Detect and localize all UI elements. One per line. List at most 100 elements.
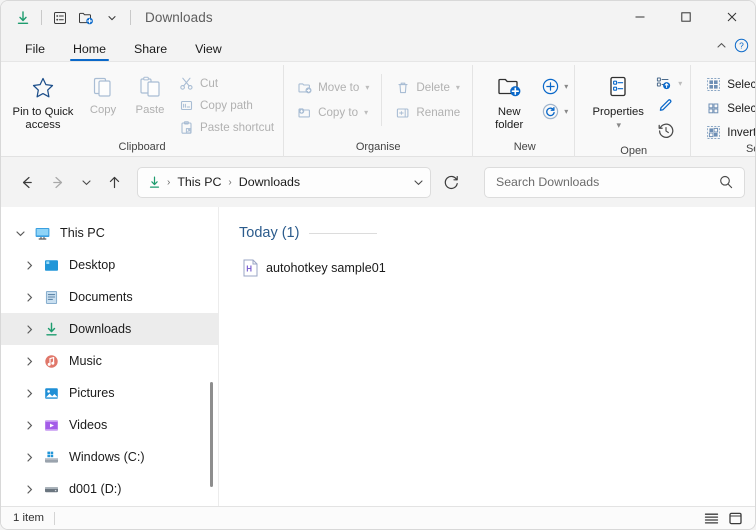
open-with-chevron-down-icon[interactable]: ▾ bbox=[678, 79, 682, 88]
tab-file[interactable]: File bbox=[11, 41, 59, 61]
invert-selection-icon bbox=[705, 124, 722, 141]
rename-button[interactable]: Rename bbox=[390, 102, 464, 123]
tab-view-label: View bbox=[195, 42, 222, 56]
ribbon-controls: ? bbox=[715, 38, 749, 58]
address-chevron-down-icon[interactable] bbox=[413, 177, 424, 188]
sidebar-item-desktop[interactable]: Desktop bbox=[1, 249, 218, 281]
chevron-right-icon[interactable] bbox=[18, 318, 40, 340]
copy-to-button[interactable]: Copy to ▾ bbox=[292, 102, 373, 123]
recent-locations-button[interactable] bbox=[75, 167, 97, 197]
paste-shortcut-button[interactable]: Paste shortcut bbox=[174, 117, 278, 138]
refresh-circle-icon bbox=[537, 100, 563, 123]
sidebar-item-music[interactable]: Music bbox=[1, 345, 218, 377]
refresh-button[interactable] bbox=[436, 167, 466, 197]
new-folder-icon[interactable] bbox=[73, 6, 99, 30]
paste-shortcut-icon bbox=[178, 119, 195, 136]
sidebar-item-windows-c[interactable]: Windows (C:) bbox=[1, 441, 218, 473]
paste-button[interactable]: Paste bbox=[126, 68, 174, 117]
quick-access-chevron-down-icon[interactable] bbox=[99, 6, 125, 30]
delete-chevron-down-icon[interactable]: ▾ bbox=[456, 83, 460, 92]
copy-button[interactable]: Copy bbox=[80, 68, 126, 117]
file-list-pane[interactable]: Today (1) H autohotkey sample01 bbox=[219, 207, 755, 506]
chevron-right-icon[interactable] bbox=[18, 254, 40, 276]
new-item-button[interactable]: ▾ bbox=[537, 75, 568, 98]
sidebar-item-documents[interactable]: Documents bbox=[1, 281, 218, 313]
this-pc-icon bbox=[31, 225, 53, 242]
address-path-field[interactable]: › This PC › Downloads bbox=[137, 166, 431, 198]
group-header-today[interactable]: Today (1) bbox=[239, 225, 755, 241]
list-item[interactable]: H autohotkey sample01 bbox=[239, 257, 390, 279]
select-all-icon bbox=[705, 76, 722, 93]
chevron-down-icon[interactable] bbox=[9, 222, 31, 244]
chevron-right-icon[interactable] bbox=[18, 350, 40, 372]
chevron-right-icon[interactable] bbox=[18, 446, 40, 468]
pictures-icon bbox=[40, 385, 62, 402]
minimize-icon[interactable] bbox=[617, 1, 663, 33]
search-placeholder: Search Downloads bbox=[496, 175, 600, 189]
edit-button[interactable] bbox=[653, 97, 679, 120]
invert-selection-button[interactable]: Invert selection bbox=[701, 122, 755, 143]
maximize-icon[interactable] bbox=[663, 1, 709, 33]
toolbar-divider-1 bbox=[41, 10, 42, 25]
chevron-right-icon[interactable] bbox=[18, 382, 40, 404]
title-bar: Downloads bbox=[1, 1, 755, 34]
move-to-button[interactable]: Move to ▾ bbox=[292, 77, 373, 98]
move-to-chevron-down-icon[interactable]: ▾ bbox=[365, 83, 369, 92]
history-icon bbox=[656, 121, 676, 146]
chevron-right-icon[interactable] bbox=[18, 414, 40, 436]
sidebar-item-this-pc-label: This PC bbox=[60, 226, 105, 240]
details-view-icon[interactable] bbox=[47, 6, 73, 30]
breadcrumb-downloads[interactable]: Downloads bbox=[237, 175, 302, 189]
file-explorer-window: Downloads File Home Share View ? Pin to … bbox=[0, 0, 756, 530]
organise-divider bbox=[381, 74, 383, 126]
delete-button[interactable]: Delete ▾ bbox=[390, 77, 464, 98]
help-icon[interactable]: ? bbox=[734, 38, 749, 58]
chevron-right-icon[interactable] bbox=[18, 478, 40, 500]
status-item-count: 1 item bbox=[13, 512, 45, 524]
tab-file-label: File bbox=[25, 42, 45, 56]
chevron-up-icon[interactable] bbox=[715, 39, 728, 57]
breadcrumb-this-pc[interactable]: This PC bbox=[175, 175, 223, 189]
downloads-icon[interactable] bbox=[10, 6, 36, 30]
sidebar-item-this-pc[interactable]: This PC bbox=[1, 217, 218, 249]
tab-view[interactable]: View bbox=[181, 41, 236, 61]
search-input[interactable]: Search Downloads bbox=[484, 166, 745, 198]
forward-button[interactable] bbox=[43, 167, 73, 197]
copy-to-chevron-down-icon[interactable]: ▾ bbox=[364, 108, 368, 117]
new-item-chevron-down-icon[interactable]: ▾ bbox=[564, 82, 568, 91]
easy-access-button[interactable]: ▾ bbox=[537, 100, 568, 123]
copy-path-button[interactable]: Copy path bbox=[174, 95, 278, 116]
tab-share[interactable]: Share bbox=[120, 41, 181, 61]
close-icon[interactable] bbox=[709, 1, 755, 33]
ribbon-group-open: Properties ▾ ▾ Open bbox=[575, 65, 692, 157]
chevron-right-icon[interactable] bbox=[18, 286, 40, 308]
copy-to-icon bbox=[296, 104, 313, 121]
select-all-button[interactable]: Select all bbox=[701, 74, 755, 95]
cut-button[interactable]: Cut bbox=[174, 73, 278, 94]
select-none-label: Select none bbox=[727, 102, 756, 115]
desktop-icon bbox=[40, 257, 62, 274]
music-icon bbox=[40, 353, 62, 370]
navigation-pane-scrollbar[interactable] bbox=[210, 382, 213, 487]
sidebar-item-d001-d[interactable]: d001 (D:) bbox=[1, 473, 218, 505]
new-folder-button[interactable]: New folder bbox=[481, 68, 537, 132]
history-button[interactable] bbox=[653, 122, 679, 145]
sidebar-item-videos[interactable]: Videos bbox=[1, 409, 218, 441]
properties-button[interactable]: Properties ▾ bbox=[585, 68, 651, 132]
open-with-button[interactable]: ▾ bbox=[651, 72, 682, 95]
up-button[interactable] bbox=[99, 167, 129, 197]
tab-home[interactable]: Home bbox=[59, 41, 120, 61]
details-view-icon[interactable] bbox=[704, 511, 719, 526]
properties-chevron-down-icon[interactable]: ▾ bbox=[593, 119, 644, 132]
ribbon-group-select: Select all Select none Invert selection bbox=[691, 65, 756, 157]
select-none-button[interactable]: Select none bbox=[701, 98, 756, 119]
search-icon[interactable] bbox=[718, 174, 734, 190]
back-button[interactable] bbox=[11, 167, 41, 197]
easy-access-chevron-down-icon[interactable]: ▾ bbox=[564, 107, 568, 116]
sidebar-item-pictures[interactable]: Pictures bbox=[1, 377, 218, 409]
list-item-name: autohotkey sample01 bbox=[266, 261, 386, 275]
sidebar-item-downloads[interactable]: Downloads bbox=[1, 313, 218, 345]
pin-to-quick-access-button[interactable]: Pin to Quick access bbox=[6, 68, 80, 132]
large-icons-view-icon[interactable] bbox=[728, 511, 743, 526]
svg-text:H: H bbox=[246, 265, 252, 274]
